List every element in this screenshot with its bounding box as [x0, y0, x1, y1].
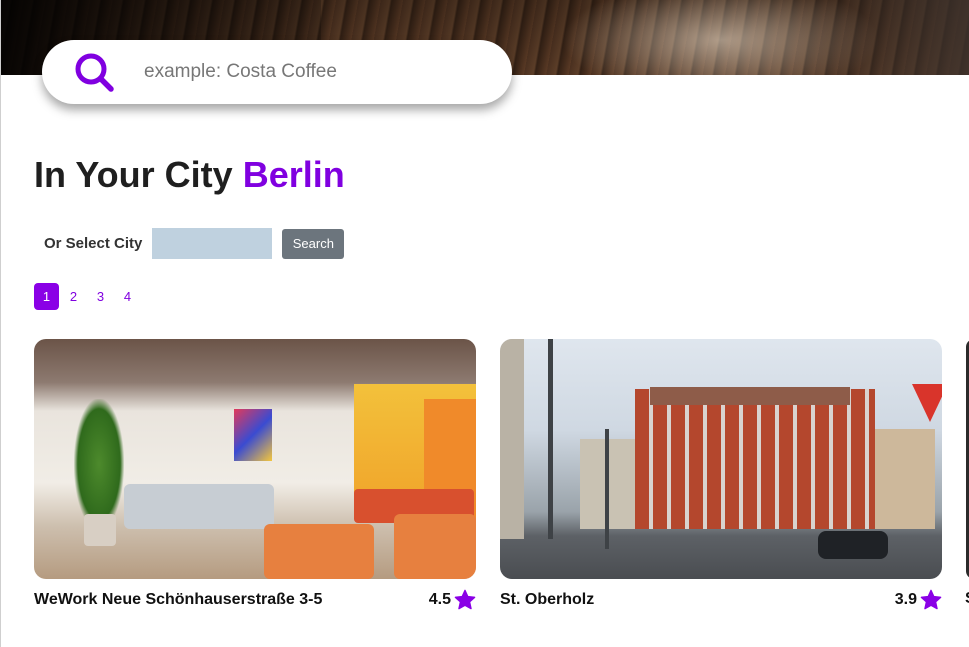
current-city: Berlin [242, 154, 345, 195]
page-4-link[interactable]: 4 [115, 283, 140, 310]
place-meta: WeWork Neue Schönhauserstraße 3-5 4.5 [34, 589, 476, 611]
photo-detail [605, 429, 609, 549]
place-card[interactable]: St. Oberholz 3.9 [500, 339, 942, 611]
page-3-link[interactable]: 3 [88, 283, 113, 310]
photo-detail [548, 339, 553, 539]
photo-detail [635, 389, 875, 529]
city-input[interactable] [152, 228, 273, 259]
photo-detail [912, 384, 942, 422]
page-2-link[interactable]: 2 [61, 283, 86, 310]
place-photo[interactable] [500, 339, 942, 579]
place-rating: 4.5 [429, 589, 476, 611]
photo-detail [234, 409, 272, 461]
photo-detail [580, 439, 640, 529]
place-rating: 3.9 [895, 589, 942, 611]
place-photo[interactable] [34, 339, 476, 579]
photo-detail [818, 531, 888, 559]
rating-value: 3.9 [894, 591, 917, 608]
search-input[interactable] [144, 61, 474, 83]
pagination: 1 2 3 4 [34, 283, 142, 310]
photo-detail [650, 387, 850, 405]
page-title: In Your City Berlin [34, 154, 345, 196]
place-meta: St. Oberholz 3.9 [500, 589, 942, 611]
photo-detail [500, 339, 524, 539]
photo-detail [875, 429, 935, 529]
page-1-link[interactable]: 1 [34, 283, 59, 310]
photo-detail [84, 514, 116, 546]
photo-detail [74, 399, 124, 529]
photo-detail [264, 524, 374, 579]
hero-right-shade [790, 0, 969, 75]
star-icon [454, 589, 476, 610]
rating-value: 4.5 [428, 591, 451, 608]
photo-detail [124, 484, 274, 529]
search-icon[interactable] [72, 50, 116, 94]
select-city-label: Or Select City [44, 235, 143, 252]
city-search-button[interactable]: Search [282, 228, 345, 259]
partial-place-name[interactable]: S [965, 590, 969, 608]
page-title-prefix: In Your City [34, 154, 233, 195]
star-icon [920, 589, 942, 610]
search-bar[interactable] [42, 40, 512, 104]
city-select-row: Or Select City Search [44, 228, 345, 259]
photo-detail [394, 514, 476, 579]
place-name[interactable]: WeWork Neue Schönhauserstraße 3-5 [34, 591, 322, 609]
place-card[interactable]: WeWork Neue Schönhauserstraße 3-5 4.5 [34, 339, 476, 611]
place-name[interactable]: St. Oberholz [500, 591, 594, 609]
